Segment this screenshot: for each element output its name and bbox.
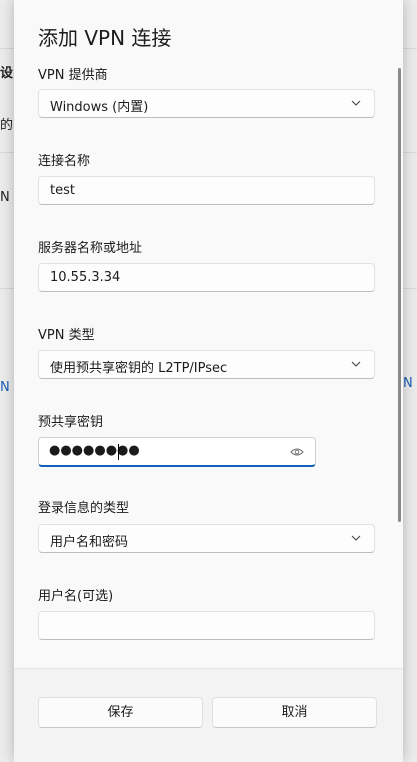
add-vpn-dialog: 添加 VPN 连接 VPN 提供商 Windows (内置) 连接名称 test… [14, 0, 403, 762]
username-input[interactable] [38, 611, 375, 640]
vpn-type-label: VPN 类型 [38, 328, 95, 343]
psk-label: 预共享密钥 [38, 415, 104, 430]
save-button[interactable]: 保存 [38, 697, 203, 728]
bg-fragment: 的 [0, 118, 14, 133]
bg-fragment: 设 [0, 66, 14, 81]
username-label: 用户名(可选) [38, 589, 114, 604]
server-input[interactable]: 10.55.3.34 [38, 263, 375, 292]
psk-input[interactable]: ●●●●●●●● [38, 437, 316, 467]
vpn-type-value: 使用预共享密钥的 L2TP/IPsec [50, 361, 228, 376]
vpn-type-select[interactable]: 使用预共享密钥的 L2TP/IPsec [38, 350, 375, 379]
dialog-title: 添加 VPN 连接 [38, 26, 172, 50]
vpn-provider-value: Windows (内置) [50, 100, 149, 115]
dialog-footer: 保存 取消 [14, 668, 403, 762]
scrollbar[interactable] [398, 68, 401, 522]
server-value: 10.55.3.34 [50, 270, 121, 285]
cancel-button[interactable]: 取消 [212, 697, 377, 728]
eye-icon[interactable] [290, 447, 304, 457]
signin-type-select[interactable]: 用户名和密码 [38, 524, 375, 553]
text-caret [118, 444, 119, 460]
server-label: 服务器名称或地址 [38, 241, 143, 256]
chevron-down-icon [351, 535, 361, 541]
chevron-down-icon [351, 100, 361, 106]
connection-name-label: 连接名称 [38, 154, 91, 169]
vpn-provider-select[interactable]: Windows (内置) [38, 89, 375, 118]
signin-type-value: 用户名和密码 [50, 535, 129, 550]
psk-masked-value: ●●●●●●●● [49, 443, 140, 458]
vpn-provider-label: VPN 提供商 [38, 68, 108, 83]
signin-type-label: 登录信息的类型 [38, 501, 130, 516]
dialog-content: 添加 VPN 连接 VPN 提供商 Windows (内置) 连接名称 test… [14, 0, 403, 668]
connection-name-value: test [50, 183, 75, 198]
bg-fragment: N [403, 376, 413, 391]
connection-name-input[interactable]: test [38, 176, 375, 205]
chevron-down-icon [351, 361, 361, 367]
